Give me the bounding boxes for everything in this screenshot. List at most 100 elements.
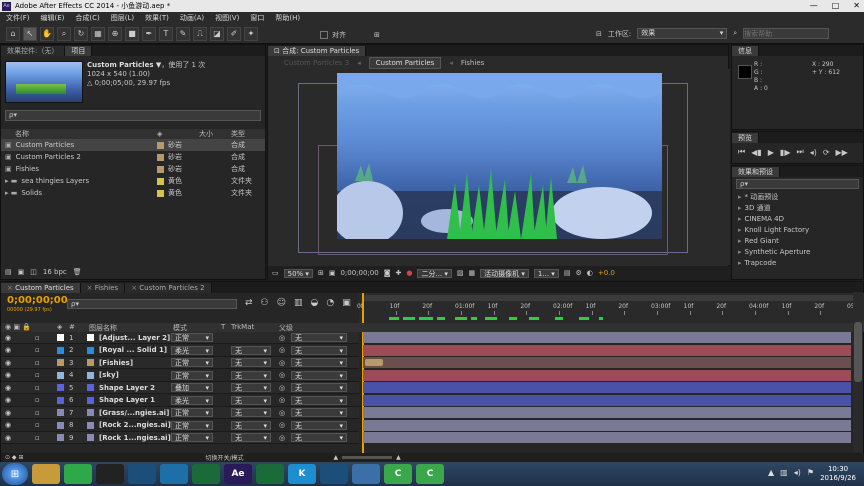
player-app-icon[interactable] [256,464,284,484]
comp-lock-icon[interactable]: ⊡ [274,47,280,55]
layer-mode-select[interactable]: 柔光 ▾ [171,395,213,405]
brainstorm-icon[interactable]: ▣ [342,298,351,308]
visibility-eye-icon[interactable]: ◉ [5,334,11,342]
motion-blur-icon[interactable]: ◒ [311,298,319,308]
expand-triangle-icon[interactable]: ▸ [738,226,742,234]
column-size[interactable]: 大小 [199,129,213,139]
c-app-icon[interactable]: C [384,464,412,484]
first-frame-icon[interactable]: ⏮ [738,147,745,157]
start-button[interactable]: ⊞ [2,463,28,485]
menu-item[interactable]: 窗口 [250,13,264,23]
timeline-tab[interactable]: × Custom Particles 2 [125,283,212,293]
layer-row[interactable]: ◉ ▫ 5 Shape Layer 2 叠加 ▾ 无 ▾ ◎ 无 ▾ [1,382,359,394]
layer-duration-bar[interactable] [363,407,851,418]
audio-icon[interactable]: ◂) [810,148,817,157]
breadcrumb-item[interactable]: Fishies [461,59,484,67]
visibility-eye-icon[interactable]: ◉ [5,359,11,367]
pick-whip-icon[interactable]: ◎ [279,359,285,367]
layer-duration-bar[interactable] [363,432,851,443]
shy-icon[interactable]: ☺ [277,298,286,308]
type-tool-icon[interactable]: T [159,27,173,41]
qq-app-icon[interactable] [96,464,124,484]
trash-icon[interactable]: 🗑 [73,268,82,276]
comp-viewport[interactable] [268,69,730,265]
layer-trkmat-select[interactable]: 无 ▾ [231,433,271,442]
effects-search-input[interactable]: ρ▾ [736,179,859,189]
comp-tab[interactable]: ⊡ 合成: Custom Particles [268,46,367,56]
effects-category[interactable]: ▸ 3D 通道 [732,202,863,213]
close-icon[interactable]: ✕ [853,1,860,10]
lock-icon[interactable]: ▫ [35,384,40,392]
close-tab-icon[interactable]: × [7,284,15,292]
layer-duration-bar[interactable] [363,382,851,393]
effects-category[interactable]: ▸ * 动画预设 [732,191,863,202]
visibility-eye-icon[interactable]: ◉ [5,346,11,354]
layer-color-swatch[interactable] [57,434,64,441]
layer-parent-select[interactable]: 无 ▾ [291,383,347,392]
frame-blend-icon[interactable]: ▥ [294,298,303,308]
layer-parent-select[interactable]: 无 ▾ [291,370,347,380]
layer-color-swatch[interactable] [57,346,64,354]
project-item[interactable]: ▸ ▬ Solids 黄色 文件夹 [1,187,265,199]
project-item[interactable]: ▣ Custom Particles 砂岩 合成 [1,139,265,151]
ram-preview-icon[interactable]: ▶▶ [836,148,848,157]
roto-brush-tool-icon[interactable]: ✐ [227,27,241,41]
menu-item[interactable]: 视图(V) [215,13,239,23]
exposure-icon[interactable]: ◐ [587,269,593,277]
visibility-eye-icon[interactable]: ◉ [5,409,11,417]
resolution-select[interactable]: 二分... ▾ [417,268,452,278]
fast-preview-icon[interactable]: ⚙ [575,269,581,277]
snapshot-icon[interactable]: ◙ [384,269,391,277]
tray-icon[interactable]: ▲ [768,468,774,477]
av-features-icon[interactable]: ◉ ▣ 🔒 [5,323,31,331]
c2-app-icon[interactable]: C [416,464,444,484]
layer-mode-select[interactable]: 正常 ▾ [171,433,213,442]
label-swatch[interactable] [157,141,164,149]
maximize-icon[interactable]: □ [832,1,840,10]
close-tab-icon[interactable]: × [87,284,95,292]
pick-whip-icon[interactable]: ◎ [279,384,285,392]
visibility-eye-icon[interactable]: ◉ [5,421,11,429]
lock-icon[interactable]: ▫ [35,346,40,354]
lock-icon[interactable]: ▫ [35,371,40,379]
info-tab[interactable]: 信息 [732,46,759,56]
pick-whip-icon[interactable]: ◎ [279,346,285,354]
layer-parent-select[interactable]: 无 ▾ [291,345,347,355]
views-select[interactable]: 1... ▾ [533,268,559,278]
pick-whip-icon[interactable]: ◎ [279,434,285,442]
column-name[interactable]: 名称 [15,129,29,139]
zoom-out-icon[interactable]: ▲ [334,454,339,461]
brush-tool-icon[interactable]: ✎ [176,27,190,41]
clock[interactable]: 10:30 2016/9/26 [820,465,856,483]
volume-icon[interactable]: ◂) [794,468,801,477]
effects-category[interactable]: ▸ Red Giant [732,235,863,246]
layer-parent-select[interactable]: 无 ▾ [291,395,347,405]
layer-color-swatch[interactable] [57,384,64,391]
pick-whip-icon[interactable]: ◎ [279,334,285,342]
pick-whip-icon[interactable]: ◎ [279,421,285,429]
column-trkmat[interactable]: TrkMat [231,323,254,331]
network-icon[interactable]: ▥ [780,468,788,477]
layer-name[interactable]: Shape Layer 2 [99,384,155,392]
lock-icon[interactable]: ▫ [35,359,40,367]
layer-trkmat-select[interactable]: 无 ▾ [231,383,271,392]
pick-whip-icon[interactable]: ◎ [279,371,285,379]
always-preview-icon[interactable]: ▭ [272,269,279,277]
layer-duration-bar[interactable] [363,332,851,343]
layer-name[interactable]: [sky] [99,371,119,379]
layer-row[interactable]: ◉ ▫ 6 Shape Layer 1 柔光 ▾ 无 ▾ ◎ 无 ▾ [1,394,359,407]
layer-row[interactable]: ◉ ▫ 2 [Royal ... Solid 1] 柔光 ▾ 无 ▾ ◎ 无 ▾ [1,344,359,357]
layer-row[interactable]: ◉ ▫ 4 [sky] 正常 ▾ 无 ▾ ◎ 无 ▾ [1,369,359,382]
layer-trkmat-select[interactable]: 无 ▾ [231,370,271,380]
label-swatch[interactable] [157,153,164,161]
timeline-scrollbar[interactable] [853,292,863,452]
layer-trkmat-select[interactable]: 无 ▾ [231,395,271,405]
region-icon[interactable]: ▨ [457,269,464,277]
layer-color-swatch[interactable] [57,334,64,341]
calc-app-icon[interactable] [352,464,380,484]
visibility-eye-icon[interactable]: ◉ [5,434,11,442]
timeline-tab[interactable]: × Custom Particles [1,283,81,293]
layer-row[interactable]: ◉ ▫ 9 [Rock 1...ngies.ai] 正常 ▾ 无 ▾ ◎ 无 ▾ [1,432,359,444]
k-app-icon[interactable]: K [288,464,316,484]
lock-icon[interactable]: ▫ [35,421,40,429]
